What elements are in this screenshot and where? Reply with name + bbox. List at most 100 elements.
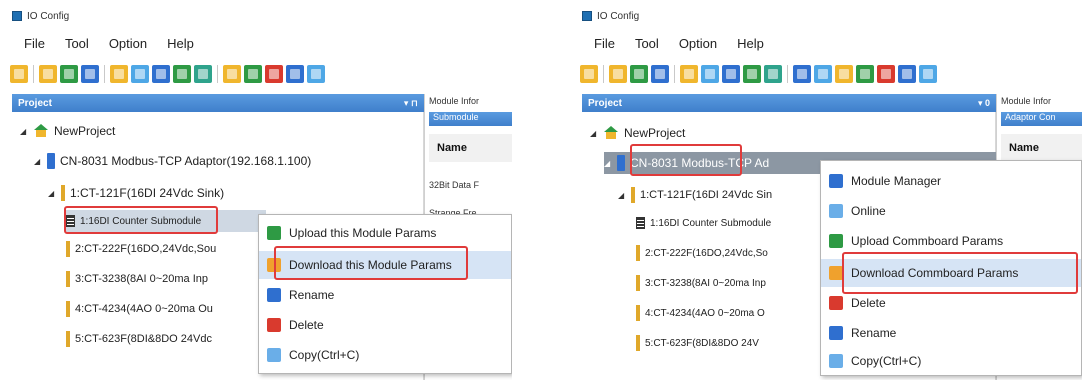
- menu-item-module-manager[interactable]: Module Manager: [821, 167, 1081, 195]
- online-icon[interactable]: [814, 65, 832, 83]
- name-column-header[interactable]: Name: [429, 134, 512, 162]
- pin-icon[interactable]: ▾ ⊓: [404, 98, 418, 109]
- copy-icon[interactable]: [307, 65, 325, 83]
- rename-icon[interactable]: [286, 65, 304, 83]
- menu-item-label: Rename: [851, 326, 897, 340]
- search-icon[interactable]: [701, 65, 719, 83]
- project-pane-header: Project ▾ 0: [582, 94, 996, 112]
- menu-item-copy[interactable]: Copy(Ctrl+C): [259, 341, 511, 369]
- module-icon: [636, 275, 640, 291]
- save-as-icon[interactable]: [651, 65, 669, 83]
- new-project-icon[interactable]: [580, 65, 598, 83]
- menu-item-download-commboard-params[interactable]: Download Commboard Params: [821, 259, 1081, 287]
- tree-node-label: 2:CT-222F(16DO,24Vdc,So: [645, 247, 768, 259]
- tree-node-submodule[interactable]: 1:16DI Counter Submodule: [66, 210, 266, 232]
- module-icon: [66, 331, 70, 347]
- tree-node-module-5[interactable]: 5:CT-623F(8DI&8DO 24Vdc: [66, 328, 212, 350]
- scan-icon[interactable]: [722, 65, 740, 83]
- menu-file[interactable]: File: [24, 36, 45, 51]
- adaptor-config-tab[interactable]: Adaptor Con: [1001, 112, 1082, 126]
- copy-icon: [829, 354, 843, 368]
- tree-node-module-1[interactable]: ◢ 1:CT-121F(16DI 24Vdc Sin: [618, 184, 772, 206]
- tree-node-module-3[interactable]: 3:CT-3238(8AI 0~20ma Inp: [66, 268, 208, 290]
- menu-item-download-module-params[interactable]: Download this Module Params: [259, 251, 511, 279]
- menu-option[interactable]: Option: [109, 36, 147, 51]
- menu-item-copy[interactable]: Copy(Ctrl+C): [821, 347, 1081, 375]
- menu-item-rename[interactable]: Rename: [259, 281, 511, 309]
- menu-bar: File Tool Option Help: [594, 36, 764, 51]
- menu-item-label: Copy(Ctrl+C): [851, 354, 922, 368]
- collapse-caret-icon[interactable]: ◢: [604, 159, 612, 168]
- pin-icon[interactable]: ▾ 0: [978, 98, 990, 109]
- menu-tool[interactable]: Tool: [635, 36, 659, 51]
- import-icon[interactable]: [680, 65, 698, 83]
- collapse-caret-icon[interactable]: ◢: [618, 191, 626, 200]
- import-icon[interactable]: [110, 65, 128, 83]
- collapse-caret-icon[interactable]: ◢: [590, 129, 598, 138]
- rename-icon[interactable]: [898, 65, 916, 83]
- download-icon[interactable]: [223, 65, 241, 83]
- menu-item-label: Module Manager: [851, 174, 942, 188]
- monitor-icon[interactable]: [194, 65, 212, 83]
- menu-help[interactable]: Help: [737, 36, 764, 51]
- menu-help[interactable]: Help: [167, 36, 194, 51]
- menu-item-delete[interactable]: Delete: [259, 311, 511, 339]
- menu-tool[interactable]: Tool: [65, 36, 89, 51]
- submodule-icon: [66, 215, 75, 227]
- tree-node-module-3[interactable]: 3:CT-3238(8AI 0~20ma Inp: [636, 272, 766, 294]
- connect-icon[interactable]: [173, 65, 191, 83]
- tree-node-module-5[interactable]: 5:CT-623F(8DI&8DO 24V: [636, 332, 759, 354]
- menu-item-label: Delete: [289, 318, 324, 332]
- tree-node-module-2[interactable]: 2:CT-222F(16DO,24Vdc,Sou: [66, 238, 216, 260]
- menu-item-upload-module-params[interactable]: Upload this Module Params: [259, 219, 511, 247]
- collapse-caret-icon[interactable]: ◢: [48, 189, 56, 198]
- tree-node-module-4[interactable]: 4:CT-4234(4AO 0~20ma Ou: [66, 298, 213, 320]
- project-pane-title: Project: [588, 97, 622, 109]
- open-folder-icon[interactable]: [39, 65, 57, 83]
- tree-node-root[interactable]: ◢ NewProject: [590, 122, 685, 144]
- tree-node-module-2[interactable]: 2:CT-222F(16DO,24Vdc,So: [636, 242, 768, 264]
- menu-item-upload-commboard-params[interactable]: Upload Commboard Params: [821, 227, 1081, 255]
- scan-icon[interactable]: [152, 65, 170, 83]
- collapse-caret-icon[interactable]: ◢: [20, 127, 28, 136]
- name-column-header[interactable]: Name: [1001, 134, 1082, 162]
- save-icon[interactable]: [60, 65, 78, 83]
- menu-item-delete[interactable]: Delete: [821, 289, 1081, 317]
- save-icon[interactable]: [630, 65, 648, 83]
- app-icon: [12, 11, 22, 21]
- project-pane-title: Project: [18, 97, 52, 109]
- menu-item-label: Download this Module Params: [289, 258, 452, 272]
- open-folder-icon[interactable]: [609, 65, 627, 83]
- delete-icon: [267, 318, 281, 332]
- new-project-icon[interactable]: [10, 65, 28, 83]
- tree-node-root[interactable]: ◢ NewProject: [20, 120, 115, 142]
- menu-item-label: Rename: [289, 288, 335, 302]
- upload-icon[interactable]: [244, 65, 262, 83]
- download-icon[interactable]: [835, 65, 853, 83]
- menu-item-rename[interactable]: Rename: [821, 319, 1081, 347]
- toolbar-separator: [603, 65, 604, 83]
- connect-icon[interactable]: [743, 65, 761, 83]
- save-as-icon[interactable]: [81, 65, 99, 83]
- tree-node-submodule[interactable]: 1:16DI Counter Submodule: [636, 212, 771, 234]
- io-config-window-right: IO Config File Tool Option Help Project …: [570, 0, 1082, 380]
- module-manager-icon[interactable]: [793, 65, 811, 83]
- delete-icon[interactable]: [265, 65, 283, 83]
- upload-icon: [829, 234, 843, 248]
- collapse-caret-icon[interactable]: ◢: [34, 157, 42, 166]
- tree-node-module-1[interactable]: ◢ 1:CT-121F(16DI 24Vdc Sink): [48, 182, 224, 204]
- tree-node-module-4[interactable]: 4:CT-4234(4AO 0~20ma O: [636, 302, 765, 324]
- menu-file[interactable]: File: [594, 36, 615, 51]
- search-icon[interactable]: [131, 65, 149, 83]
- delete-icon[interactable]: [877, 65, 895, 83]
- monitor-icon[interactable]: [764, 65, 782, 83]
- module-info-row[interactable]: 32Bit Data F: [429, 180, 479, 190]
- tree-node-label: 5:CT-623F(8DI&8DO 24Vdc: [75, 333, 212, 345]
- upload-icon[interactable]: [856, 65, 874, 83]
- module-manager-icon: [829, 174, 843, 188]
- menu-item-online[interactable]: Online: [821, 197, 1081, 225]
- copy-icon[interactable]: [919, 65, 937, 83]
- menu-option[interactable]: Option: [679, 36, 717, 51]
- tree-node-adaptor[interactable]: ◢ CN-8031 Modbus-TCP Adaptor(192.168.1.1…: [34, 150, 311, 172]
- submodule-tab[interactable]: Submodule: [429, 112, 512, 126]
